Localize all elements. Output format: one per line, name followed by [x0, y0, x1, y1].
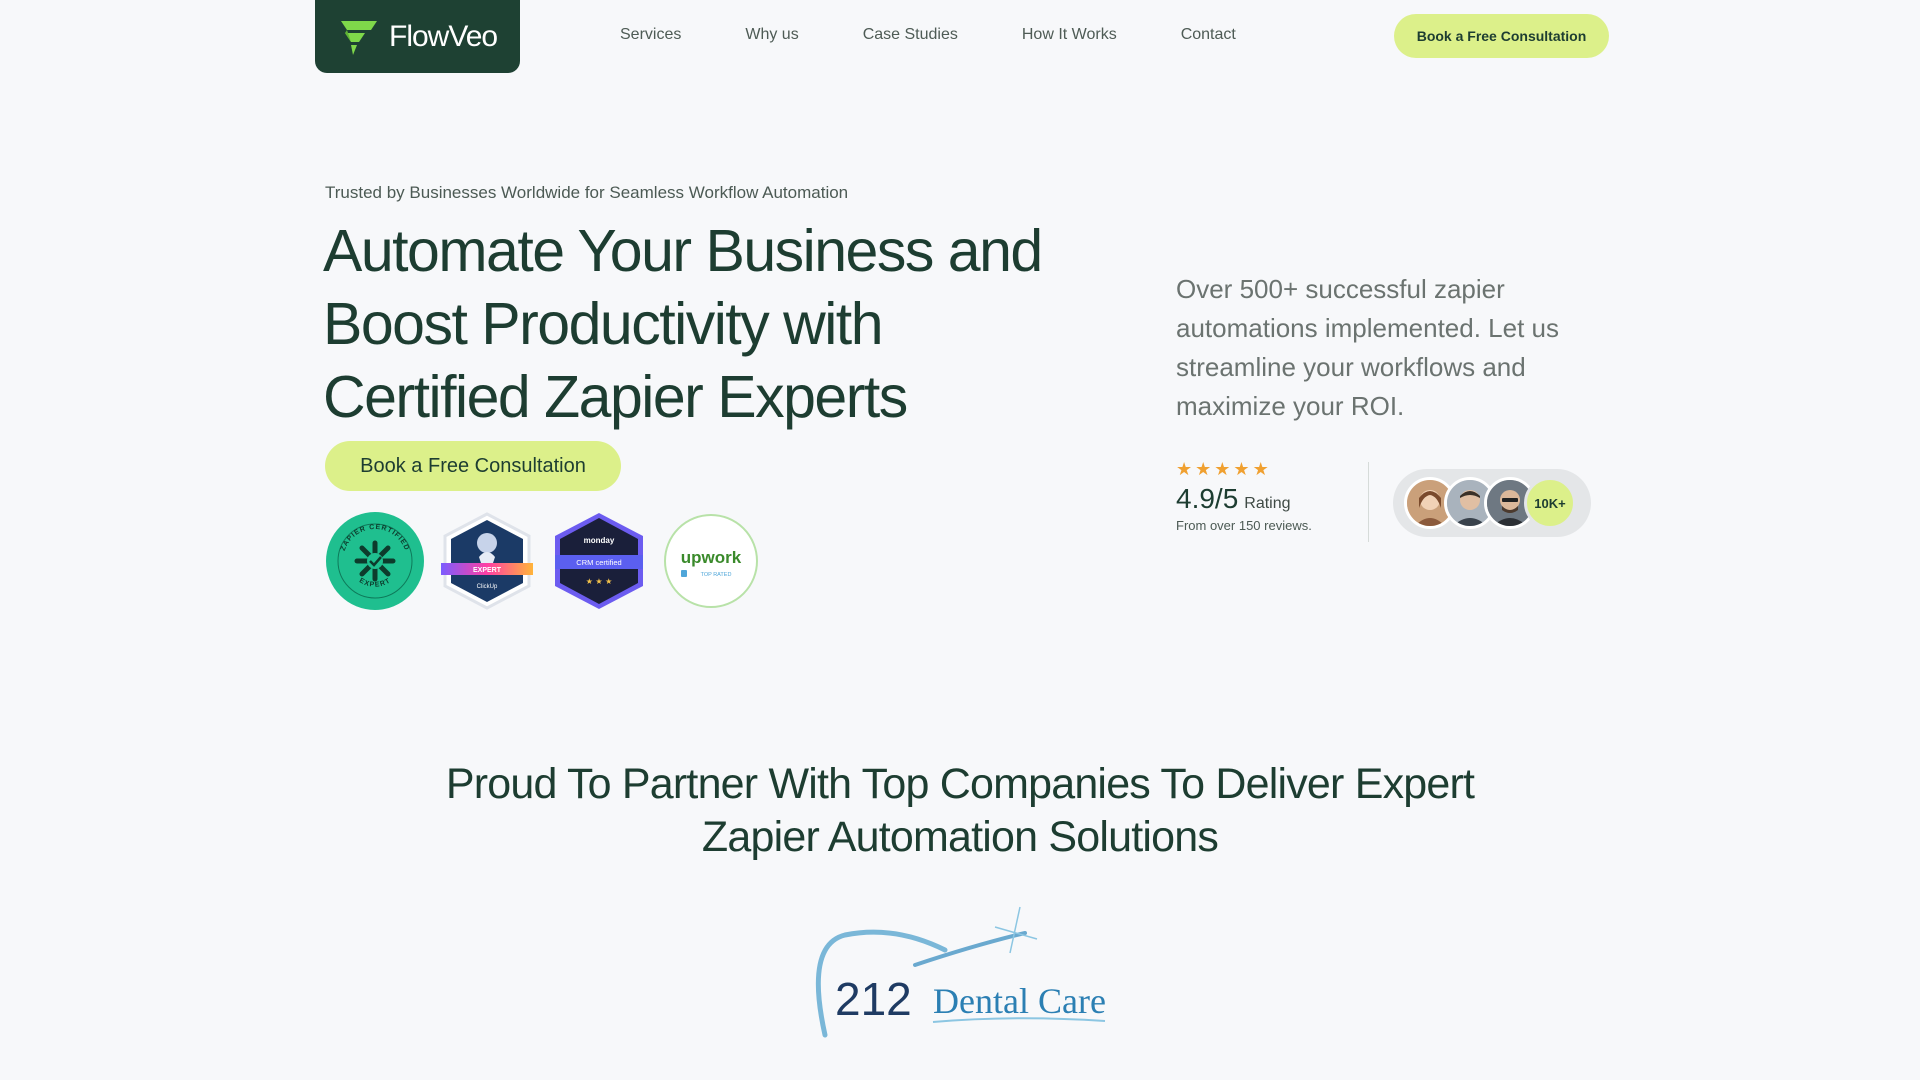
partners-title: Proud To Partner With Top Companies To D… — [445, 760, 1475, 861]
nav-why-us[interactable]: Why us — [745, 24, 798, 46]
customer-avatars: 10K+ — [1393, 469, 1591, 537]
monday-badge-stars: ★ ★ ★ — [586, 577, 613, 586]
clickup-badge-label: EXPERT — [473, 567, 502, 574]
monday-badge-brand: monday — [584, 536, 615, 545]
rating-stars: ★ ★ ★ ★ ★ — [1176, 459, 1312, 479]
header-book-consultation-button[interactable]: Book a Free Consultation — [1394, 14, 1609, 58]
monday-crm-certified-badge: monday CRM certified ★ ★ ★ — [555, 513, 643, 609]
star-icon: ★ — [1195, 459, 1212, 479]
hero-title: Automate Your Business and Boost Product… — [323, 218, 1043, 430]
star-icon: ★ — [1176, 459, 1193, 479]
brand-logo[interactable]: FlowVeo — [315, 0, 520, 73]
nav-services[interactable]: Services — [620, 24, 681, 46]
rating-label: Rating — [1244, 495, 1291, 512]
partner-logo-number: 212 — [835, 973, 912, 1025]
rating-summary: ★ ★ ★ ★ ★ 4.9/5 Rating From over 150 rev… — [1176, 459, 1312, 533]
nav-how-it-works[interactable]: How It Works — [1022, 24, 1117, 46]
trust-line: Trusted by Businesses Worldwide for Seam… — [325, 183, 849, 202]
hero-description: Over 500+ successful zapier automations … — [1176, 274, 1559, 421]
brand-name: FlowVeo — [389, 19, 498, 53]
main-nav: Services Why us Case Studies How It Work… — [620, 24, 1300, 46]
star-icon: ★ — [1214, 459, 1231, 479]
monday-badge-label: CRM certified — [576, 558, 621, 567]
flowveo-logo-icon — [341, 20, 377, 55]
star-icon: ★ — [1233, 459, 1250, 479]
partner-logo-name: Dental Care — [933, 981, 1106, 1021]
certification-badges: ZAPIER CERTIFIED EXPERT EXPERT ClickUp m… — [325, 511, 761, 611]
clickup-expert-badge: EXPERT ClickUp — [441, 512, 533, 610]
hero-book-consultation-button[interactable]: Book a Free Consultation — [325, 441, 621, 491]
nav-contact[interactable]: Contact — [1181, 24, 1236, 46]
review-count-badge: 10K+ — [1524, 477, 1576, 529]
clickup-badge-brand: ClickUp — [477, 584, 498, 590]
star-icon: ★ — [1252, 459, 1269, 479]
upwork-top-rated-badge: upwork TOP RATED — [664, 514, 758, 608]
nav-case-studies[interactable]: Case Studies — [863, 24, 958, 46]
upwork-badge-brand: upwork — [681, 548, 742, 567]
divider — [1368, 462, 1369, 542]
partner-logo-212-dental-care: 212 Dental Care — [815, 906, 1106, 1038]
rating-value: 4.9/5 — [1176, 483, 1239, 514]
zapier-certified-badge: ZAPIER CERTIFIED EXPERT — [326, 512, 424, 610]
rating-subtext: From over 150 reviews. — [1176, 518, 1312, 533]
upwork-badge-label: TOP RATED — [701, 572, 732, 578]
